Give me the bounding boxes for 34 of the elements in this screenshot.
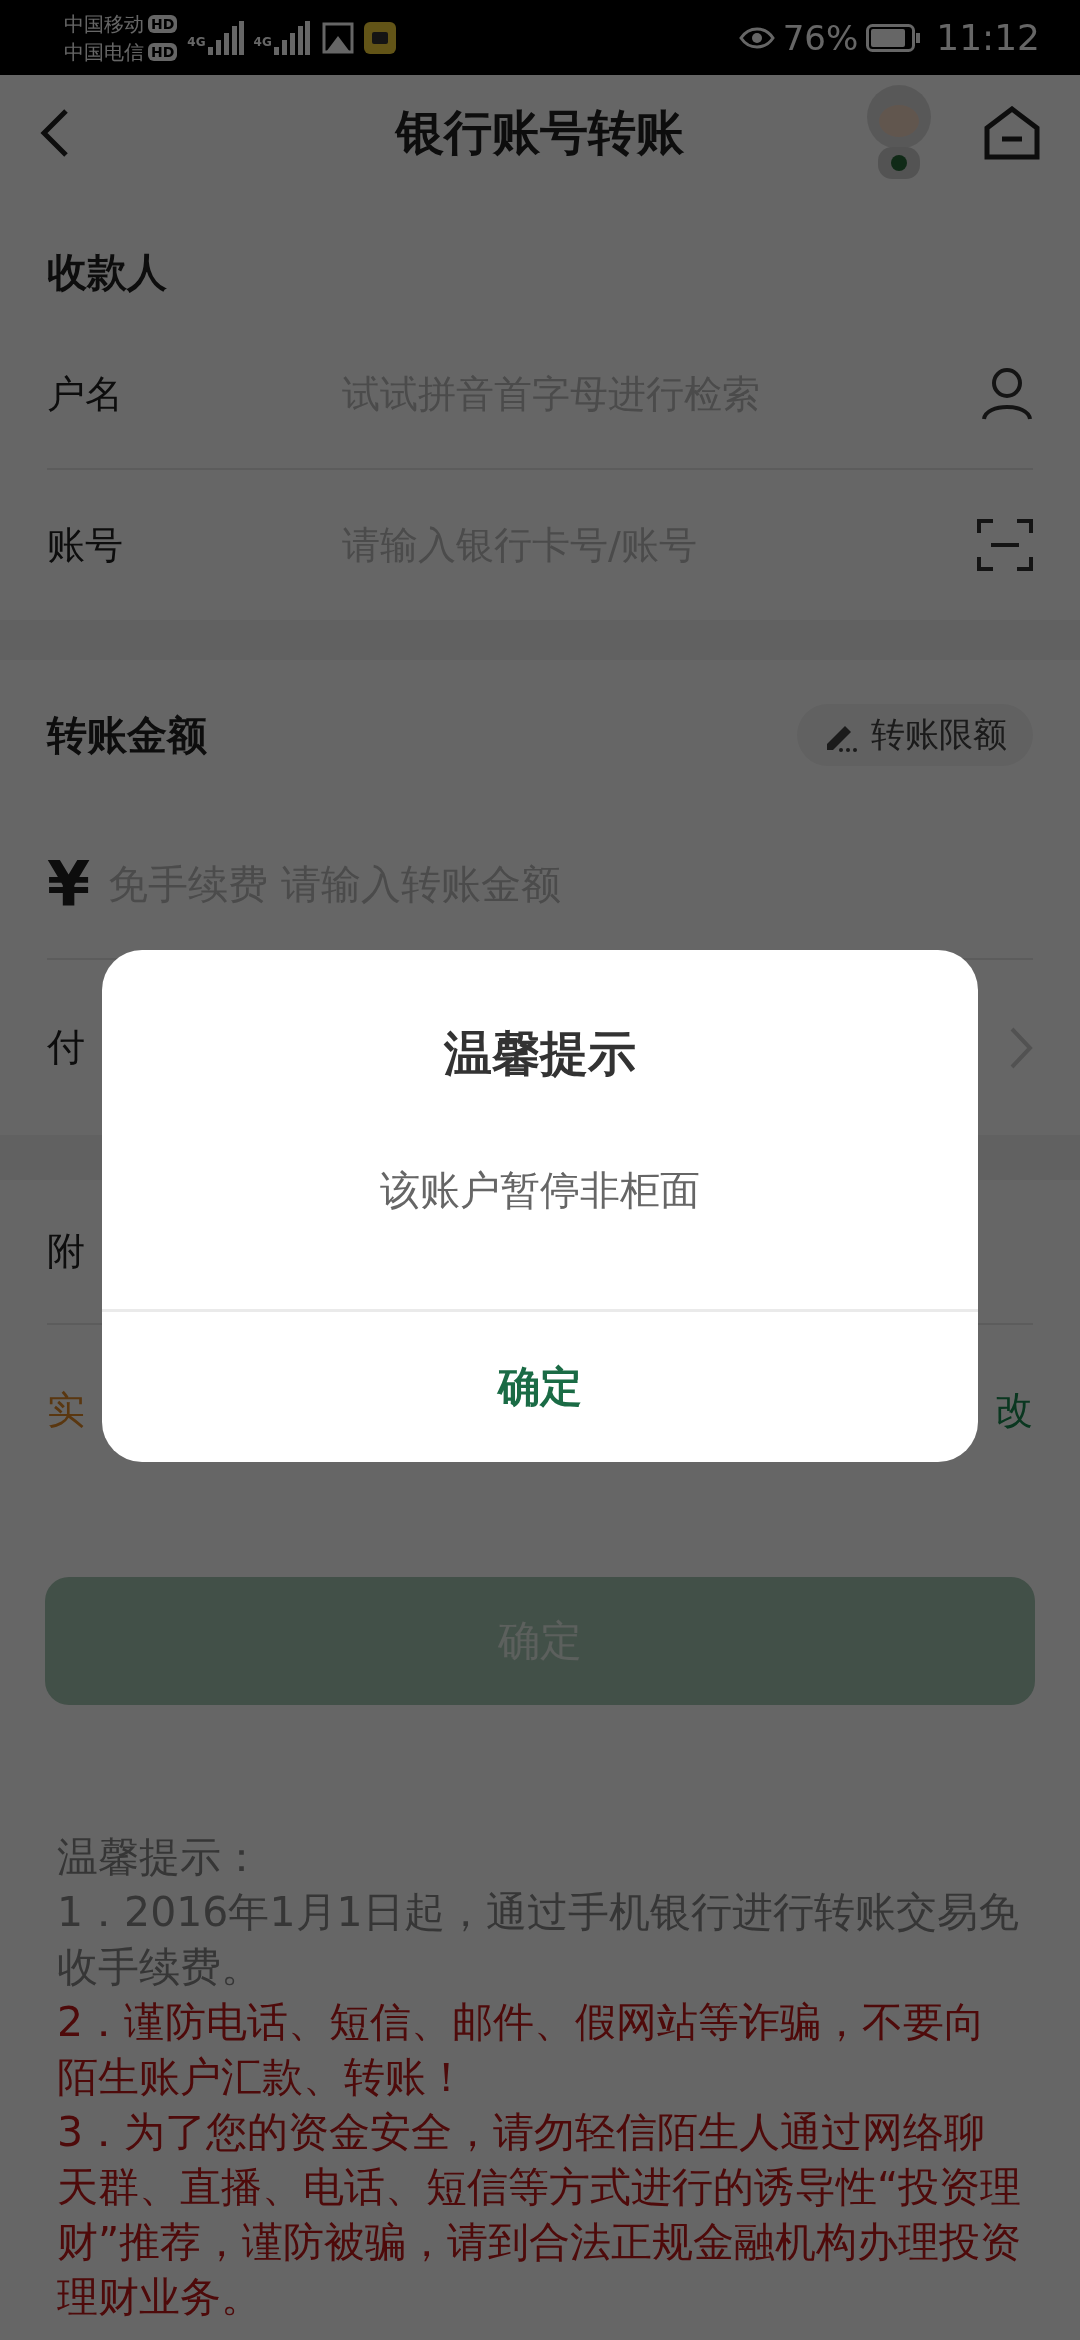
field-label: 账号: [47, 521, 124, 569]
back-icon[interactable]: [40, 107, 70, 158]
field-label: 户名: [47, 370, 124, 418]
transfer-mode: 实: [47, 1386, 85, 1434]
section-title: 转账金额: [47, 710, 207, 760]
carrier-name: 中国移动: [64, 10, 144, 37]
note-text: 2．谨防电话、短信、邮件、假网站等诈骗，不要向陌生账户汇款、转账！: [57, 1997, 987, 2103]
page-title: 银行账号转账: [396, 102, 684, 162]
modify-link[interactable]: 改: [995, 1384, 1033, 1436]
signal-icon: [207, 20, 244, 55]
section-title: 收款人: [47, 249, 167, 295]
field-label: 附: [47, 1228, 86, 1275]
field-label: 付: [47, 1024, 86, 1071]
person-icon[interactable]: [981, 367, 1033, 421]
note-text: 3．为了您的资金安全，请勿轻信陌生人通过网络聊天群、直播、电话、短信等方式进行的诱导性“投资理财”推荐，谨防被骗，请到合法正规金融机构办理投资理财业务。: [57, 2107, 1023, 2323]
home-icon[interactable]: [984, 105, 1040, 160]
carrier-name: 中国电信: [64, 38, 144, 65]
clock-time: 11:12: [936, 17, 1040, 58]
hd-badge: HD: [148, 42, 178, 61]
dialog-title: 温馨提示: [442, 1025, 637, 1081]
network-label: 4G: [253, 34, 272, 49]
dialog-message: 该账户暂停非柜面: [379, 1166, 701, 1215]
hd-badge: HD: [148, 14, 178, 33]
battery-percent: 76%: [782, 17, 859, 58]
dialog-ok-button[interactable]: 确定: [102, 1312, 978, 1462]
currency-symbol: ¥: [47, 847, 91, 921]
scan-icon[interactable]: [977, 517, 1033, 573]
signal-icon: [273, 20, 310, 55]
battery-icon: [866, 23, 921, 52]
limit-button[interactable]: 转账限额: [797, 704, 1033, 766]
app-icon: [363, 21, 396, 54]
eye-icon: [738, 25, 775, 50]
network-label: 4G: [187, 34, 206, 49]
image-warning-icon: [321, 21, 354, 54]
